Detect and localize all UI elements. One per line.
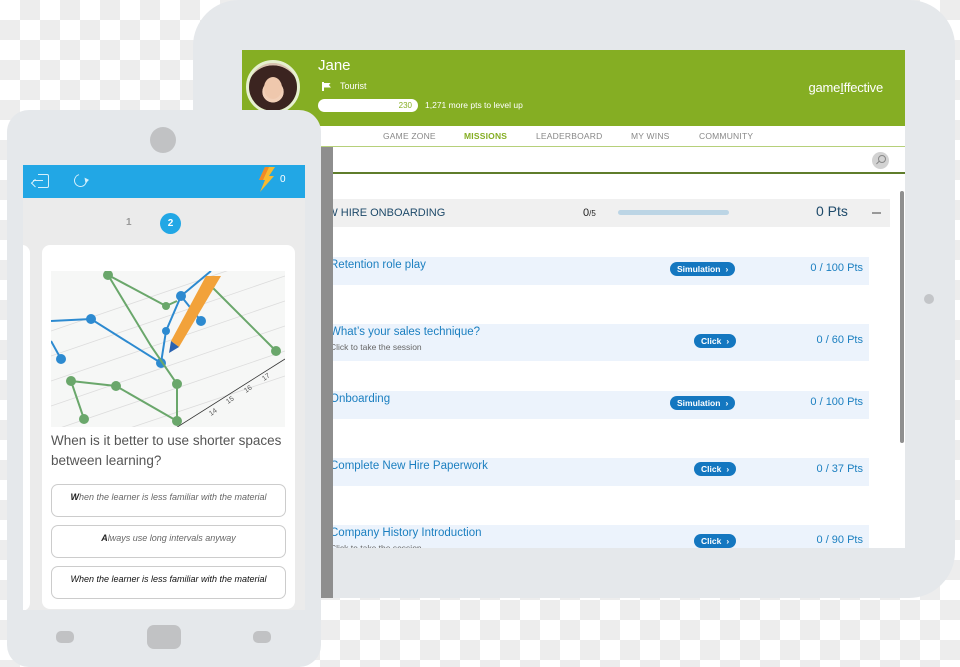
mission-group-progress-bar [618,210,729,215]
phone-screen: 0 1 2 14 15 16 17 When is it better to u… [23,165,305,610]
question-text: When is it better to use shorter spaces … [51,433,282,468]
mission-action-button[interactable]: Click › [694,334,737,348]
mission-row[interactable]: What’s your sales technique? Click to ta… [302,324,869,361]
search-row [242,147,905,174]
mission-row[interactable]: Retention role play Simulation › 0 / 100 … [302,257,869,285]
flag-icon [322,81,332,91]
chevron-right-icon: › [725,264,729,274]
page-2[interactable]: 2 [160,213,181,234]
chevron-right-icon: › [725,398,729,408]
mission-row[interactable]: Complete New Hire Paperwork Click › 0 / 3… [302,458,869,486]
mission-subtitle: Click to take the session [330,543,422,548]
phone-shadow [320,147,333,598]
mission-title[interactable]: What’s your sales technique? [330,326,480,338]
question-card: 14 15 16 17 When is it better to use sho… [42,245,295,609]
phone-topbar: 0 [23,165,305,198]
previous-card[interactable] [23,245,30,610]
answer-option-selected[interactable]: When the learner is less familiar with t… [51,566,286,599]
avatar[interactable] [246,60,300,114]
page-indicator: 1 2 [23,213,305,235]
mission-action-button[interactable]: Simulation › [670,396,736,410]
mission-group-header[interactable]: EW HIRE ONBOARDING 0/5 0 Pts [302,199,890,227]
mission-title[interactable]: Complete New Hire Paperwork [330,460,488,472]
tablet-home-button[interactable] [924,294,934,304]
main-nav: GAME ZONE MISSIONS LEADERBOARD MY WINS C… [242,123,905,147]
mission-title[interactable]: Onboarding [330,393,390,405]
mission-group-title: EW HIRE ONBOARDING [320,207,446,219]
mission-row[interactable]: Onboarding Simulation › 0 / 100 Pts [302,391,869,419]
mission-action-button[interactable]: Click › [694,534,737,548]
nav-community[interactable]: COMMUNITY [699,131,753,141]
chevron-right-icon: › [726,336,730,346]
mission-title[interactable]: Company History Introduction [330,527,481,539]
profile-header: Jane Tourist 230 1,271 more pts to level… [242,50,905,123]
mission-title[interactable]: Retention role play [330,259,426,271]
chevron-right-icon: › [726,536,730,546]
mission-subtitle: Click to take the session [330,342,422,352]
rank-label: Tourist [340,81,367,91]
refresh-icon[interactable] [71,171,90,190]
phone-home-button[interactable] [147,625,181,649]
phone-menu-button[interactable] [253,631,271,643]
lightning-bolt-icon [259,167,275,192]
exit-icon[interactable] [33,174,50,188]
mission-group-count: 0/5 [583,207,596,219]
search-icon[interactable] [872,152,889,169]
nav-my-wins[interactable]: MY WINS [631,131,670,141]
scrollbar[interactable] [900,191,904,443]
minus-icon[interactable] [872,212,881,214]
answer-option[interactable]: Always use long intervals anyway [51,525,286,558]
mission-points: 0 / 90 Pts [816,534,863,546]
chevron-right-icon: › [726,464,730,474]
nav-leaderboard[interactable]: LEADERBOARD [536,131,602,141]
mission-action-button[interactable]: Click › [694,462,737,476]
phone-camera [150,127,176,153]
energy-count: 0 [280,174,286,185]
gameeffective-logo: gameIffective [808,80,883,95]
tablet-screen: Jane Tourist 230 1,271 more pts to level… [242,50,905,548]
points-bar: 230 [318,99,418,112]
level-up-text: 1,271 more pts to level up [425,100,523,110]
mission-points: 0 / 100 Pts [810,396,863,408]
rank: Tourist [322,81,367,91]
user-name: Jane [318,57,351,74]
answer-option[interactable]: When the learner is less familiar with t… [51,484,286,517]
mission-action-button[interactable]: Simulation › [670,262,736,276]
nav-game-zone[interactable]: GAME ZONE [383,131,436,141]
mission-points: 0 / 60 Pts [816,334,863,346]
page-1[interactable]: 1 [126,217,132,228]
nav-missions[interactable]: MISSIONS [464,131,507,141]
chart-pencil-image: 14 15 16 17 [51,271,285,427]
mission-points: 0 / 37 Pts [816,463,863,475]
mission-points: 0 / 100 Pts [810,262,863,274]
phone-back-button[interactable] [56,631,74,643]
mission-row[interactable]: Company History Introduction Click to ta… [302,525,869,548]
mission-group-points: 0 Pts [816,203,848,219]
